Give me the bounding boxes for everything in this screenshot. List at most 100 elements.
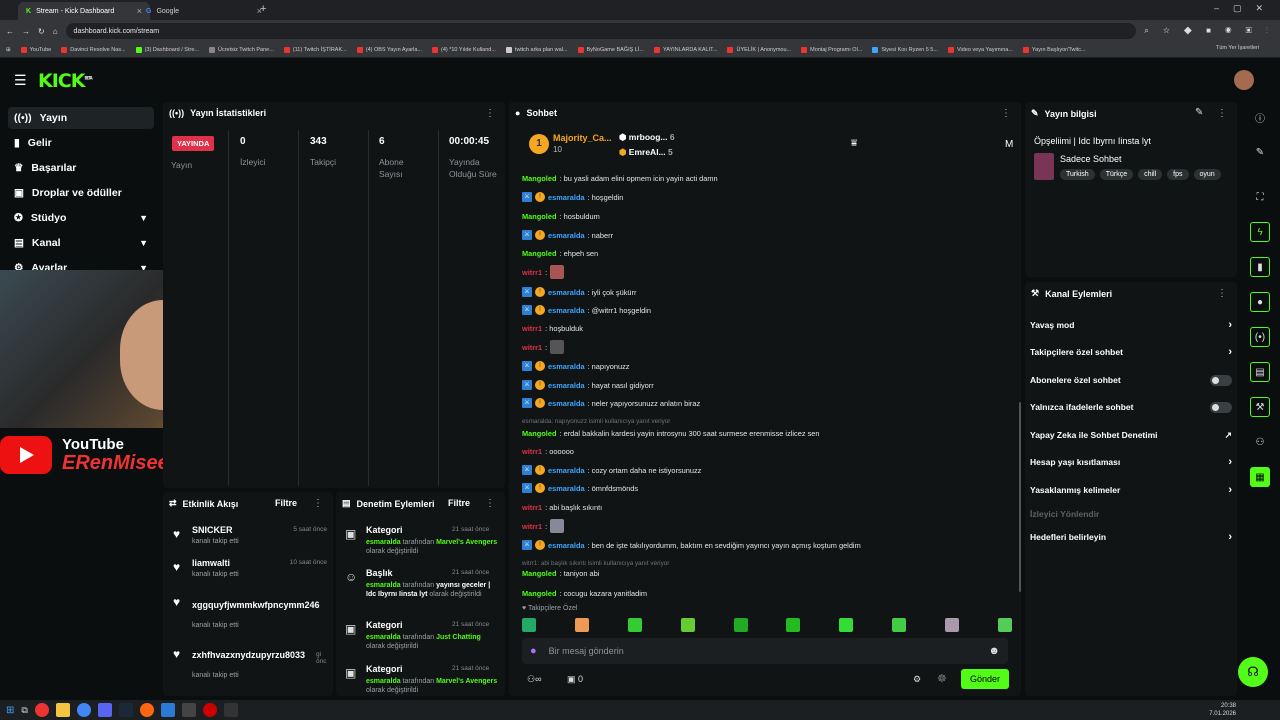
- chat-message[interactable]: Mangoled: hosbuldum: [522, 210, 600, 222]
- lightning-icon[interactable]: ϟ: [1250, 222, 1270, 242]
- emote-icon[interactable]: [680, 618, 695, 632]
- chat-message[interactable]: ⚔! esmaralda: hayat nasıl gidiyorr: [522, 379, 654, 391]
- chat-username[interactable]: esmaralda: [548, 306, 585, 315]
- mic-icon[interactable]: ●: [530, 645, 537, 657]
- emote-icon[interactable]: [892, 618, 907, 632]
- emote-icon[interactable]: [627, 618, 642, 632]
- printer-icon[interactable]: ▤: [1250, 362, 1270, 382]
- emote-icon[interactable]: [945, 618, 959, 632]
- chat-message[interactable]: ⚔! esmaralda: ömnfdsmönds: [522, 482, 638, 494]
- more-icon[interactable]: ⋮: [485, 498, 495, 509]
- chat-username[interactable]: Mangoled: [522, 174, 557, 183]
- bookmark[interactable]: (3) Dashboard / Stre...: [135, 46, 199, 53]
- sidebar-item-droplar[interactable]: ▣ Droplar ve ödüller: [8, 182, 154, 204]
- minimize-icon[interactable]: –: [1214, 3, 1219, 14]
- chat-username[interactable]: Mangoled: [522, 429, 557, 438]
- bookmark[interactable]: ByNoGame BAĞIŞ Lİ...: [577, 46, 644, 53]
- chat-username[interactable]: esmaralda: [548, 288, 585, 297]
- settings-icon[interactable]: ⚙: [913, 674, 921, 685]
- subs-only-toggle[interactable]: [1210, 374, 1232, 386]
- ai-moderation-action[interactable]: Yapay Zeka ile Sohbet Denetimi ↗: [1030, 426, 1232, 444]
- chat-message[interactable]: Mangoled: erdal bakkalin kardesi yayin i…: [522, 427, 820, 439]
- moderation-filter-button[interactable]: Filtre: [448, 498, 470, 508]
- bookmark[interactable]: Siyesi Kısı Ryzen 5 5...: [872, 46, 938, 53]
- all-bookmarks[interactable]: Tüm Yer İşaretleri: [1216, 45, 1259, 51]
- send-button[interactable]: Gönder: [961, 669, 1009, 689]
- clock[interactable]: 20:38 7.01.2026: [1209, 702, 1236, 718]
- chat-username[interactable]: esmaralda: [548, 399, 585, 408]
- tab-kick-dashboard[interactable]: K Stream - Kick Dashboard ×: [18, 2, 150, 20]
- forward-icon[interactable]: →: [22, 27, 30, 36]
- chat-username[interactable]: Mangoled: [522, 249, 557, 258]
- reload-icon[interactable]: ↻: [38, 27, 45, 36]
- users-icon[interactable]: ⚇: [1250, 432, 1270, 452]
- chat-username[interactable]: esmaralda: [548, 231, 585, 240]
- home-icon[interactable]: ⌂: [53, 27, 58, 36]
- more-icon[interactable]: ⋮: [1217, 108, 1227, 119]
- chat-message[interactable]: ⚔! esmaralda: napıyonuzz: [522, 360, 630, 372]
- chat-message[interactable]: Mangoled: taniyon abi: [522, 567, 599, 579]
- obs-icon[interactable]: [223, 703, 238, 717]
- bookmark[interactable]: (4) *10 Yılde Kulland...: [431, 46, 496, 53]
- emote-icon[interactable]: [574, 618, 589, 632]
- emote-icon[interactable]: [786, 618, 801, 632]
- chat-username[interactable]: witrr1: [522, 503, 542, 512]
- close-window-icon[interactable]: ✕: [1256, 3, 1264, 14]
- menu-icon[interactable]: ☰: [14, 72, 27, 89]
- back-icon[interactable]: ←: [6, 27, 14, 36]
- opera-icon[interactable]: [202, 703, 217, 717]
- emoji-icon[interactable]: ☻: [988, 645, 1000, 657]
- bookmark[interactable]: ÜYELİK | Anonymou...: [727, 46, 791, 53]
- bot-icon[interactable]: ☸: [937, 672, 947, 685]
- bookmark[interactable]: (4) OBS Yayın Ayarla...: [356, 46, 422, 53]
- chat-message[interactable]: ⚔! esmaralda: ben de işte takılıyordumm, …: [522, 539, 861, 551]
- chat-username[interactable]: Mangoled: [522, 589, 557, 598]
- chat-username[interactable]: esmaralda: [548, 193, 585, 202]
- chat-message[interactable]: witrr1:: [522, 519, 565, 533]
- chat-message[interactable]: witrr1:: [522, 265, 565, 279]
- chat-message[interactable]: ⚔! esmaralda: @witrr1 hoşgeldin: [522, 304, 651, 316]
- app-icon[interactable]: [34, 703, 49, 717]
- broadcast-icon[interactable]: (•): [1250, 327, 1270, 347]
- folder-icon[interactable]: [55, 703, 70, 717]
- chat-username[interactable]: witrr1: [522, 268, 542, 277]
- account-age-action[interactable]: Hesap yaşı kısıtlaması ›: [1030, 453, 1232, 471]
- followers-only-action[interactable]: Takipçilere özel sohbet ›: [1030, 343, 1232, 361]
- chat-username[interactable]: Mangoled: [522, 212, 557, 221]
- extension-icons[interactable]: ⌕ ☆ ◆ ■ ◉ ▣ ⋮: [1144, 26, 1274, 36]
- more-icon[interactable]: ⋮: [485, 108, 495, 119]
- tag[interactable]: chill: [1138, 169, 1163, 180]
- bookmark[interactable]: Yayın Başlıyor/Twitc...: [1022, 46, 1086, 53]
- chat-username[interactable]: Mangoled: [522, 569, 557, 578]
- chat-message[interactable]: Mangoled: ehpeh sen: [522, 247, 598, 259]
- app-icon[interactable]: [160, 703, 175, 717]
- edit-icon[interactable]: ✎: [1195, 107, 1203, 118]
- maximize-icon[interactable]: ▢: [1233, 3, 1242, 14]
- emote-icon[interactable]: [997, 618, 1012, 632]
- emote-icon[interactable]: [522, 618, 536, 632]
- chat-reply-note[interactable]: esmaralda: napıyonuzz isimli kullanıcıya…: [522, 415, 670, 427]
- tag[interactable]: oyun: [1193, 169, 1221, 180]
- sidebar-item-studyo[interactable]: ✪ Stüdyo ▼: [8, 207, 154, 229]
- task-view-icon[interactable]: ⧉: [21, 705, 27, 716]
- kick-logo[interactable]: KICKBETA: [38, 70, 93, 92]
- apps-icon[interactable]: ⊞: [6, 47, 11, 53]
- windows-start-icon[interactable]: ⊞: [6, 705, 14, 716]
- chat-username[interactable]: esmaralda: [548, 541, 585, 550]
- pencil-icon[interactable]: ✎: [1250, 142, 1270, 162]
- chat-message[interactable]: ⚔! esmaralda: neler yapıyorsunuzz anlatın…: [522, 397, 700, 409]
- emote-icon[interactable]: [733, 618, 748, 632]
- emote-only-toggle[interactable]: [1210, 401, 1232, 413]
- chat-message[interactable]: witrr1: abi başlık sıkıntı: [522, 501, 602, 513]
- chat-message[interactable]: ⚔! esmaralda: hoşgeldin: [522, 191, 623, 203]
- chat-message[interactable]: ⚔! esmaralda: cozy ortam daha ne istiyors…: [522, 464, 701, 476]
- chat-message[interactable]: Mangoled: cocugu kazara yanitladim: [522, 587, 647, 599]
- bookmark[interactable]: Montaj Programı Ol...: [801, 46, 862, 53]
- wrench-icon[interactable]: ⚒: [1250, 397, 1270, 417]
- steam-icon[interactable]: [118, 703, 133, 717]
- help-button[interactable]: ☊: [1238, 657, 1268, 687]
- chat-message[interactable]: witrr1:: [522, 340, 565, 354]
- url-field[interactable]: dashboard.kick.com/stream: [65, 23, 1137, 39]
- chat-username[interactable]: esmaralda: [548, 362, 585, 371]
- bookmark[interactable]: YAYINLARDA KALIT...: [653, 46, 717, 53]
